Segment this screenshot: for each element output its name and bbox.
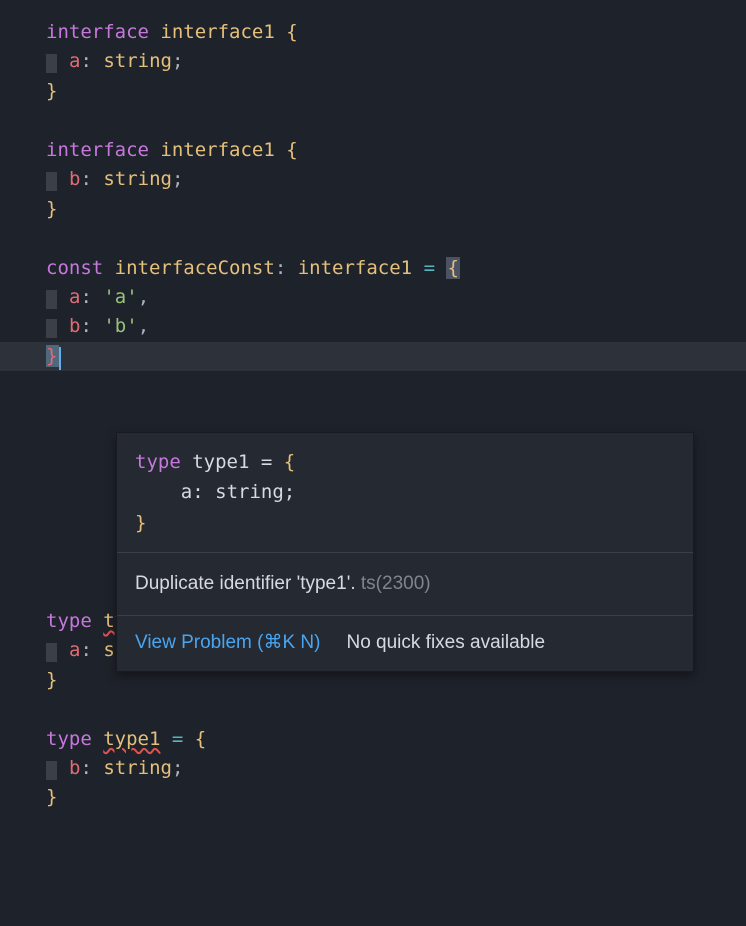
tt-type-name: type1 (192, 451, 249, 473)
colon: : (80, 50, 91, 72)
keyword-type: type (46, 610, 92, 632)
equals: = (424, 257, 435, 279)
indent-guide (46, 54, 57, 73)
tt-prop-name: a (181, 481, 192, 503)
error-text: Duplicate identifier 'type1'. (135, 573, 356, 594)
property-type: string (103, 50, 172, 72)
variable-name: interfaceConst (115, 257, 275, 279)
tooltip-code-preview: type type1 = { a: string; } (117, 433, 693, 552)
code-line[interactable]: a: 'a', (46, 283, 746, 312)
indent-guide (46, 761, 57, 780)
code-editor[interactable]: interface interface1 { a: string; } inte… (0, 18, 746, 813)
error-code: ts(2300) (361, 573, 431, 594)
tt-close-brace: } (135, 512, 146, 534)
colon: : (275, 257, 286, 279)
comma: , (138, 286, 149, 308)
code-line[interactable]: b: 'b', (46, 312, 746, 341)
code-line[interactable]: } (46, 77, 746, 106)
colon: : (80, 757, 91, 779)
colon: : (80, 168, 91, 190)
string-value: 'b' (103, 315, 137, 337)
property-type: string (103, 757, 172, 779)
indent-guide (46, 172, 57, 191)
equals: = (172, 728, 183, 750)
tt-equals: = (261, 451, 272, 473)
tt-colon: : (192, 481, 203, 503)
code-line-cursor[interactable]: } (46, 342, 746, 371)
close-brace-highlighted: } (46, 345, 59, 367)
colon: : (80, 286, 91, 308)
type-name: interface1 (160, 21, 274, 43)
code-line[interactable]: b: string; (46, 754, 746, 783)
close-brace: } (46, 198, 57, 220)
open-brace: { (195, 728, 206, 750)
comma: , (138, 315, 149, 337)
current-line-highlight (0, 342, 746, 371)
empty-line[interactable] (46, 106, 746, 135)
indent-guide (46, 290, 57, 309)
colon: : (80, 639, 91, 661)
property-name: b (69, 168, 80, 190)
tt-open-brace: { (284, 451, 295, 473)
code-line[interactable]: } (46, 195, 746, 224)
open-brace-highlighted: { (446, 257, 459, 279)
keyword-interface: interface (46, 139, 149, 161)
text-cursor (59, 347, 61, 370)
empty-line[interactable] (46, 371, 746, 400)
tt-prop-type: string (215, 481, 284, 503)
close-brace: } (46, 786, 57, 808)
keyword-const: const (46, 257, 103, 279)
code-line[interactable]: interface interface1 { (46, 18, 746, 47)
code-line[interactable]: interface interface1 { (46, 136, 746, 165)
property-name: a (69, 639, 80, 661)
semicolon: ; (172, 168, 183, 190)
tt-keyword: type (135, 451, 181, 473)
property-name: b (69, 757, 80, 779)
property-name: b (69, 315, 80, 337)
close-brace: } (46, 80, 57, 102)
property-type: string (103, 168, 172, 190)
view-problem-link[interactable]: View Problem (⌘K N) (135, 628, 320, 657)
open-brace: { (286, 139, 297, 161)
tooltip-actions: View Problem (⌘K N) No quick fixes avail… (117, 616, 693, 671)
colon: : (80, 315, 91, 337)
code-line[interactable]: b: string; (46, 165, 746, 194)
string-value: 'a' (103, 286, 137, 308)
semicolon: ; (172, 50, 183, 72)
close-brace: } (46, 669, 57, 691)
code-line[interactable]: const interfaceConst: interface1 = { (46, 254, 746, 283)
type-name: interface1 (160, 139, 274, 161)
property-name: a (69, 286, 80, 308)
code-line[interactable]: a: string; (46, 47, 746, 76)
indent-guide (46, 319, 57, 338)
open-brace: { (286, 21, 297, 43)
tt-semicolon: ; (284, 481, 295, 503)
tooltip-error-message: Duplicate identifier 'type1'. ts(2300) (117, 553, 693, 614)
property-name: a (69, 50, 80, 72)
code-line[interactable]: } (46, 783, 746, 812)
empty-line[interactable] (46, 695, 746, 724)
semicolon: ; (172, 757, 183, 779)
type-name-error[interactable]: type1 (103, 728, 160, 750)
code-line[interactable]: type type1 = { (46, 725, 746, 754)
keyword-type: type (46, 728, 92, 750)
type-annotation: interface1 (298, 257, 412, 279)
no-fixes-label: No quick fixes available (346, 628, 545, 657)
empty-line[interactable] (46, 401, 746, 430)
empty-line[interactable] (46, 224, 746, 253)
hover-tooltip: type type1 = { a: string; } Duplicate id… (116, 432, 694, 672)
keyword-interface: interface (46, 21, 149, 43)
indent-guide (46, 643, 57, 662)
